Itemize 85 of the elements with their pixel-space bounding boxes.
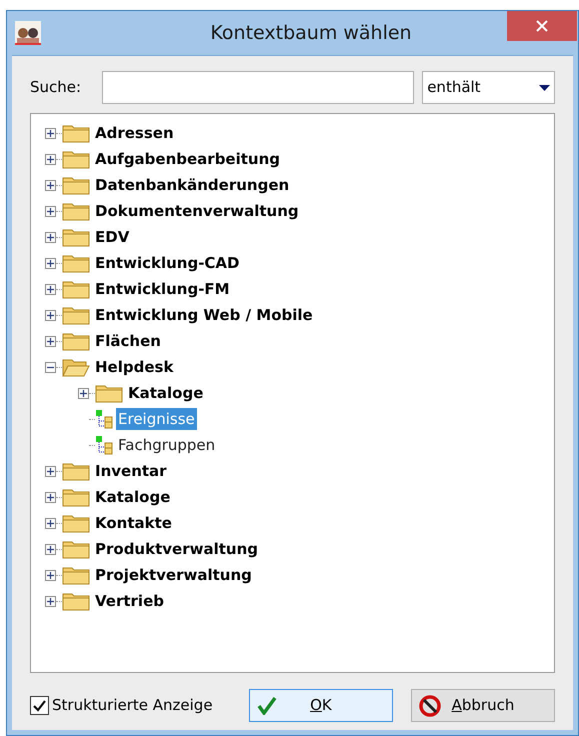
plus-icon [47, 494, 54, 500]
folder-icon [62, 123, 90, 143]
folder-icon [62, 591, 90, 611]
folder-icon [62, 305, 90, 325]
plus-icon [47, 312, 54, 318]
checkmark-icon [256, 696, 277, 714]
tree-item[interactable]: Datenbankänderungen [93, 174, 292, 196]
folder-icon [62, 279, 90, 299]
folder-icon [62, 565, 90, 585]
tree-item[interactable]: Kontakte [93, 512, 174, 534]
cancel-button[interactable]: Abbruch [410, 689, 555, 722]
plus-icon [47, 234, 54, 240]
ok-button[interactable]: OK [248, 689, 393, 722]
tree-item[interactable]: Inventar [93, 460, 169, 482]
tree-item[interactable]: Adressen [93, 122, 176, 144]
collapse-toggle[interactable] [45, 362, 56, 372]
expand-toggle[interactable] [45, 310, 56, 320]
expand-toggle[interactable] [45, 596, 56, 606]
folder-icon [62, 487, 90, 507]
folder-icon [62, 227, 90, 247]
expand-toggle[interactable] [45, 518, 56, 528]
checkbox-label: Strukturierte Anzeige [52, 695, 213, 716]
tree-item[interactable]: Dokumentenverwaltung [93, 200, 301, 222]
expand-toggle[interactable] [78, 388, 89, 398]
expand-toggle[interactable] [45, 492, 56, 502]
prohibited-icon [418, 694, 442, 718]
tree-item[interactable]: Entwicklung Web / Mobile [93, 304, 315, 326]
folder-icon [62, 253, 90, 273]
plus-icon [47, 572, 54, 578]
expand-toggle[interactable] [45, 336, 56, 346]
plus-icon [47, 598, 54, 604]
plus-icon [47, 156, 54, 162]
expand-toggle[interactable] [45, 232, 56, 242]
tree-item[interactable]: Helpdesk [93, 356, 176, 378]
dropdown-caret-icon [538, 84, 550, 90]
checkmark-icon [33, 700, 46, 712]
tree-item[interactable]: Kataloge [126, 382, 206, 404]
checkbox[interactable] [30, 696, 49, 715]
tree-item[interactable]: Flächen [93, 330, 163, 352]
tree-item[interactable]: Vertrieb [93, 590, 166, 612]
plus-icon [47, 468, 54, 474]
plus-icon [47, 338, 54, 344]
tree-item[interactable]: Entwicklung-CAD [93, 252, 242, 274]
expand-toggle[interactable] [45, 206, 56, 216]
tree-item[interactable]: Kataloge [93, 486, 172, 508]
plus-icon [47, 208, 54, 214]
app-icon [15, 21, 41, 45]
expand-toggle[interactable] [45, 258, 56, 268]
expand-toggle[interactable] [45, 180, 56, 190]
tree-item[interactable]: Entwicklung-FM [93, 278, 232, 300]
plus-icon [47, 260, 54, 266]
tree-item[interactable]: EDV [93, 226, 132, 248]
tree-item[interactable]: Fachgruppen [116, 434, 218, 456]
tree-node-icon [95, 435, 113, 455]
plus-icon [47, 546, 54, 552]
folder-icon [62, 175, 90, 195]
plus-icon [47, 130, 54, 136]
search-label: Suche: [30, 77, 82, 98]
tree-item[interactable]: Produktverwaltung [93, 538, 260, 560]
expand-toggle[interactable] [45, 466, 56, 476]
folder-icon [62, 513, 90, 533]
plus-icon [47, 286, 54, 292]
tree-node-icon [95, 409, 113, 429]
tree-item[interactable]: Projektverwaltung [93, 564, 254, 586]
plus-icon [47, 182, 54, 188]
match-mode-dropdown[interactable]: enthält [422, 71, 555, 104]
open-folder-icon [62, 357, 90, 377]
close-button[interactable] [507, 11, 577, 41]
window-title: Kontextbaum wählen [209, 20, 413, 46]
folder-icon [62, 201, 90, 221]
folder-icon [95, 383, 123, 403]
expand-toggle[interactable] [45, 154, 56, 164]
expand-toggle[interactable] [45, 544, 56, 554]
expand-toggle[interactable] [45, 284, 56, 294]
folder-icon [62, 539, 90, 559]
expand-toggle[interactable] [45, 570, 56, 580]
folder-icon [62, 331, 90, 351]
folder-icon [62, 149, 90, 169]
search-field[interactable] [102, 71, 414, 104]
tree-item[interactable]: Aufgabenbearbeitung [93, 148, 282, 170]
close-icon [536, 20, 548, 32]
expand-toggle[interactable] [45, 128, 56, 138]
plus-icon [80, 390, 87, 396]
plus-icon [47, 520, 54, 526]
folder-icon [62, 461, 90, 481]
